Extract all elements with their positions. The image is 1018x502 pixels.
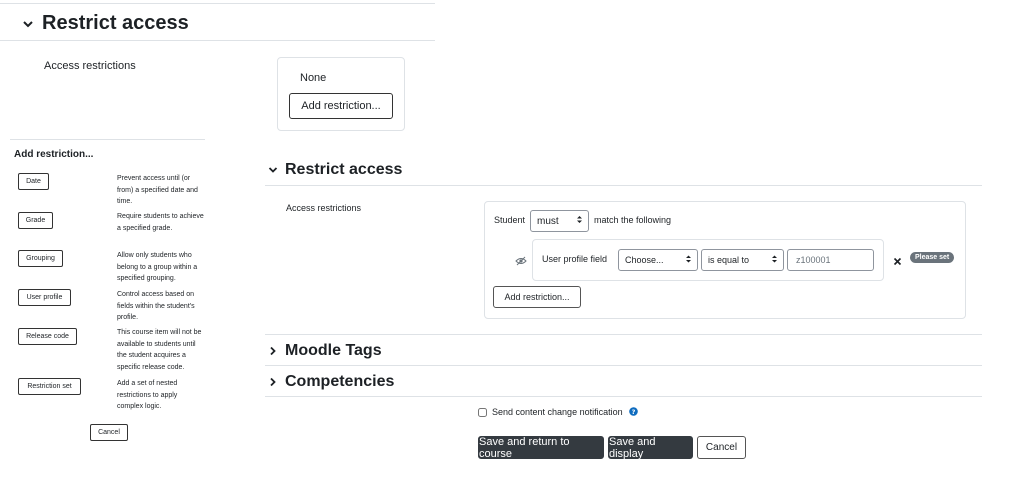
- dialog-divider: [10, 139, 205, 140]
- profile-field-select-value: Choose...: [625, 255, 664, 265]
- restriction-set-button[interactable]: Restriction set: [18, 378, 81, 395]
- top-section-header[interactable]: Restrict access: [22, 12, 189, 35]
- notification-checkbox[interactable]: [478, 407, 487, 417]
- grade-description: Require students to achieve a specified …: [117, 213, 204, 232]
- select-arrows-icon: [771, 255, 778, 266]
- notification-row: Send content change notification ?: [478, 403, 638, 421]
- save-and-return-button[interactable]: Save and return to course: [478, 436, 604, 460]
- operator-select-value: is equal to: [708, 255, 750, 265]
- user-profile-button[interactable]: User profile: [18, 289, 71, 306]
- profile-field-select[interactable]: Choose...: [618, 249, 698, 271]
- main-section-title: Restrict access: [285, 161, 403, 178]
- divider: [265, 334, 982, 335]
- chevron-down-icon[interactable]: [268, 165, 278, 175]
- competencies-title: Competencies: [285, 373, 395, 390]
- user-profile-field-label: User profile field: [542, 254, 608, 264]
- divider: [265, 185, 982, 186]
- select-arrows-icon: [576, 215, 583, 227]
- access-restrictions-label: Access restrictions: [286, 203, 362, 213]
- match-text: match the following: [594, 215, 672, 225]
- value-input[interactable]: [787, 249, 874, 271]
- divider: [265, 365, 982, 366]
- grouping-button[interactable]: Grouping: [18, 250, 63, 267]
- moodle-tags-header[interactable]: Moodle Tags: [268, 342, 382, 360]
- divider: [0, 3, 435, 4]
- must-select[interactable]: must: [530, 210, 589, 232]
- chevron-right-icon[interactable]: [268, 377, 278, 387]
- grade-button[interactable]: Grade: [18, 212, 53, 229]
- eye-slash-icon[interactable]: [515, 253, 527, 271]
- dialog-cancel-button[interactable]: Cancel: [90, 424, 128, 441]
- main-section-header[interactable]: Restrict access: [268, 161, 402, 179]
- chevron-down-icon[interactable]: [22, 18, 34, 30]
- help-icon[interactable]: ?: [628, 403, 638, 421]
- none-text: None: [300, 72, 327, 84]
- competencies-header[interactable]: Competencies: [268, 373, 394, 391]
- date-description: Prevent access until (or from) a specifi…: [117, 175, 198, 205]
- moodle-tags-title: Moodle Tags: [285, 342, 382, 359]
- add-restriction-button[interactable]: Add restriction...: [493, 286, 581, 308]
- user-profile-description: Control access based on fields within th…: [117, 291, 195, 321]
- close-icon[interactable]: [893, 253, 902, 271]
- top-add-restriction-button[interactable]: Add restriction...: [289, 93, 393, 119]
- student-label: Student: [494, 215, 526, 225]
- dialog-title: Add restriction...: [14, 149, 94, 160]
- release-code-description: This course item will not be available t…: [117, 329, 202, 371]
- restriction-set-description: Add a set of nested restrictions to appl…: [117, 380, 178, 410]
- operator-select[interactable]: is equal to: [701, 249, 784, 271]
- must-select-value: must: [537, 215, 559, 227]
- chevron-right-icon[interactable]: [268, 346, 278, 356]
- date-button[interactable]: Date: [18, 173, 49, 190]
- please-set-badge: Please set: [910, 252, 955, 263]
- top-section-title: Restrict access: [42, 12, 189, 34]
- save-and-display-button[interactable]: Save and display: [608, 436, 693, 460]
- divider: [265, 396, 982, 397]
- top-access-restrictions-label: Access restrictions: [44, 60, 136, 72]
- grouping-description: Allow only students who belong to a grou…: [117, 252, 198, 282]
- cancel-button[interactable]: Cancel: [697, 436, 746, 459]
- svg-text:?: ?: [631, 408, 635, 416]
- notification-label: Send content change notification: [492, 407, 623, 417]
- select-arrows-icon: [685, 255, 692, 266]
- release-code-button[interactable]: Release code: [18, 328, 77, 345]
- divider: [0, 40, 435, 41]
